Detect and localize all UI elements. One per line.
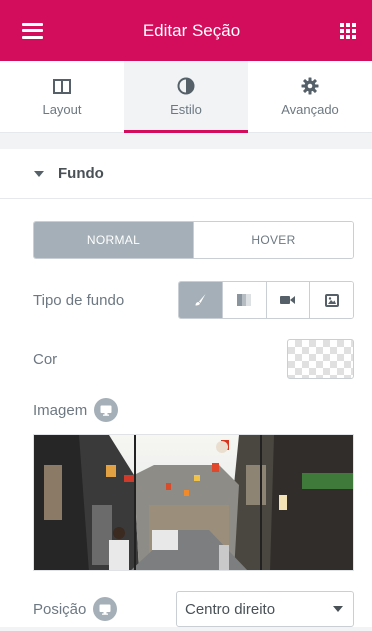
tab-label: Layout bbox=[42, 102, 82, 117]
image-label: Imagem bbox=[33, 401, 88, 419]
position-row: Posição Centro direito bbox=[33, 591, 354, 627]
tab-layout[interactable]: Layout bbox=[0, 61, 124, 132]
contrast-icon bbox=[177, 76, 195, 96]
hover-tab[interactable]: HOVER bbox=[193, 222, 353, 258]
tab-label: Avançado bbox=[281, 102, 339, 117]
slideshow-icon[interactable] bbox=[309, 282, 353, 318]
position-select[interactable]: Centro direito bbox=[176, 591, 354, 627]
section-body: NORMAL HOVER Tipo de fundo Cor Imagem Po… bbox=[0, 199, 372, 627]
tab-style[interactable]: Estilo bbox=[124, 61, 248, 133]
tab-bar: Layout Estilo Avançado bbox=[0, 61, 372, 133]
panel-title: Editar Seção bbox=[142, 20, 241, 40]
monitor-icon[interactable] bbox=[94, 398, 119, 422]
background-image-preview[interactable] bbox=[33, 434, 354, 571]
state-toggle: NORMAL HOVER bbox=[33, 221, 354, 259]
gear-icon bbox=[301, 76, 319, 96]
background-type-row: Tipo de fundo bbox=[33, 281, 354, 319]
video-icon[interactable] bbox=[265, 282, 310, 318]
chevron-down-icon bbox=[333, 606, 343, 612]
position-value: Centro direito bbox=[185, 600, 276, 618]
section-title: Fundo bbox=[58, 165, 104, 182]
background-type-choices bbox=[178, 281, 354, 319]
color-label: Cor bbox=[33, 350, 58, 368]
brush-icon[interactable] bbox=[179, 282, 222, 318]
color-picker-swatch[interactable] bbox=[287, 339, 354, 379]
tab-label: Estilo bbox=[170, 102, 202, 117]
apps-grid-icon[interactable] bbox=[340, 22, 356, 39]
normal-tab[interactable]: NORMAL bbox=[34, 222, 193, 258]
caret-down-icon bbox=[34, 170, 44, 177]
columns-icon bbox=[53, 76, 71, 96]
background-section: Fundo NORMAL HOVER Tipo de fundo Cor Ima… bbox=[0, 149, 372, 627]
hamburger-icon[interactable] bbox=[22, 22, 43, 39]
background-type-label: Tipo de fundo bbox=[33, 291, 125, 309]
position-label: Posição bbox=[33, 600, 87, 618]
image-row: Imagem bbox=[33, 398, 354, 422]
monitor-icon[interactable] bbox=[93, 597, 118, 621]
color-row: Cor bbox=[33, 339, 354, 379]
position-label-group: Posição bbox=[33, 597, 118, 621]
section-header[interactable]: Fundo bbox=[0, 149, 372, 199]
tab-advanced[interactable]: Avançado bbox=[248, 61, 372, 132]
panel-header: Editar Seção bbox=[0, 0, 372, 61]
gradient-icon[interactable] bbox=[221, 282, 266, 318]
